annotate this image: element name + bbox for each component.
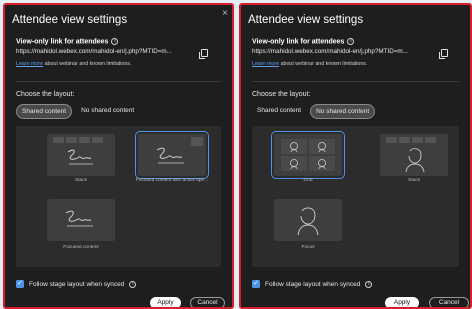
layout-thumbnail [47,199,115,241]
view-link-heading: View-only link for attendees i [252,38,355,46]
checkbox-icon[interactable]: ✓ [252,280,260,288]
info-icon[interactable]: i [347,38,355,45]
layout-thumbnail [135,131,209,179]
learn-more-line: Learn more about webinar and known limit… [16,61,131,67]
learn-more-link[interactable]: Learn more [252,61,279,67]
view-link-title: View-only link for attendees [16,38,109,46]
view-link-url: https://mahidol.webex.com/mahidol-en/j.p… [16,48,172,55]
speaker-thumbnail [191,137,203,146]
view-link-heading: View-only link for attendees i [16,38,119,46]
close-icon[interactable]: × [222,8,228,19]
layout-options: Stack Focused content with active spe... [16,126,221,267]
info-icon[interactable]: i [129,280,137,288]
person-icon [405,148,425,173]
tab-no-shared-content[interactable]: No shared content [310,104,376,119]
layout-grid[interactable]: Grid [271,131,345,183]
follow-stage-label: Follow stage layout when synced [265,280,361,288]
layout-options: Grid Stack Focus [252,126,459,267]
checkbox-icon[interactable]: ✓ [16,280,24,288]
tab-shared-content[interactable]: Shared content [252,104,306,119]
layout-focused-content-active-speaker[interactable]: Focused content with active spe... [135,131,209,183]
layout-thumbnail [271,131,345,179]
layout-label: Focused content with active spe... [135,178,209,183]
layout-label: Stack [408,178,420,183]
signature-icon [65,210,93,227]
dialog-title: Attendee view settings [248,14,364,26]
choose-layout-label: Choose the layout: [16,91,75,98]
layout-stack[interactable]: Stack [47,134,115,183]
dialog-title: Attendee view settings [12,14,128,26]
person-icon [281,139,335,171]
view-link-title: View-only link for attendees [252,38,345,46]
layout-label: Focused content [63,245,99,250]
signature-icon [156,147,184,164]
divider [252,81,459,82]
learn-more-line: Learn more about webinar and known limit… [252,61,367,67]
copy-icon[interactable] [199,49,208,59]
layout-thumbnail [380,134,448,176]
layout-focused-content[interactable]: Focused content [47,199,115,253]
learn-more-text: about webinar and known limitations. [279,61,368,67]
layout-label: Focus [301,245,315,250]
learn-more-link[interactable]: Learn more [16,61,43,67]
follow-stage-row: ✓ Follow stage layout when synced i [16,280,137,288]
view-link-url: https://mahidol.webex.com/mahidol-en/j.p… [252,48,408,55]
copy-icon[interactable] [439,49,448,59]
attendee-view-settings-dialog-no-shared: Attendee view settings View-only link fo… [239,3,472,309]
follow-stage-label: Follow stage layout when synced [29,280,125,288]
layout-stack[interactable]: Stack [380,134,448,183]
choose-layout-label: Choose the layout: [252,91,311,98]
content-tabs: Shared content No shared content [252,104,376,119]
cancel-button[interactable]: Cancel [429,297,469,307]
content-tabs: Shared content No shared content [16,104,139,119]
info-icon[interactable]: i [365,280,373,288]
follow-stage-row: ✓ Follow stage layout when synced i [252,280,373,288]
layout-focus[interactable]: Focus [274,199,342,253]
person-icon [297,207,319,236]
layout-thumbnail [274,199,342,241]
signature-icon [67,149,93,165]
tab-shared-content[interactable]: Shared content [16,104,73,119]
layout-thumbnail [47,134,115,176]
divider [16,81,221,82]
cancel-button[interactable]: Cancel [190,297,225,307]
apply-button[interactable]: Apply [385,297,419,307]
info-icon[interactable]: i [111,38,119,45]
layout-label: Stack [75,178,87,183]
layout-label: Grid [303,178,313,183]
attendee-view-settings-dialog-shared: Attendee view settings × View-only link … [3,3,234,309]
learn-more-text: about webinar and known limitations. [43,61,132,67]
tab-no-shared-content[interactable]: No shared content [76,104,139,119]
apply-button[interactable]: Apply [150,297,181,307]
